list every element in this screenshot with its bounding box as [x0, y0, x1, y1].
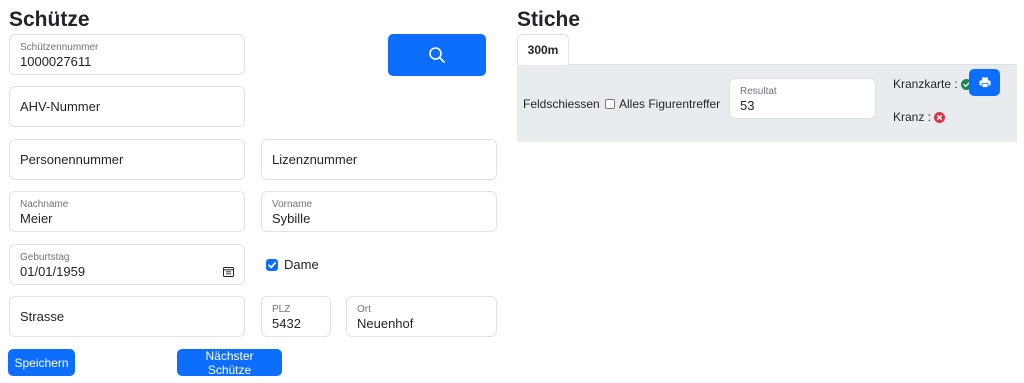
alle-figurentreffer-label: Alles Figurentreffer [619, 97, 721, 111]
plz-label: PLZ [272, 304, 291, 315]
save-button[interactable]: Speichern [8, 349, 75, 376]
ort-value: Neuenhof [357, 316, 414, 331]
kranz-label: Kranz : [893, 110, 932, 124]
resultat-field[interactable]: Resultat 53 [729, 78, 876, 119]
vorname-label: Vorname [272, 199, 313, 210]
geburtstag-label: Geburtstag [20, 252, 70, 263]
ort-field[interactable]: Ort Neuenhof [346, 296, 497, 337]
nachname-field[interactable]: Nachname Meier [9, 191, 245, 232]
nachname-value: Meier [20, 211, 53, 226]
next-shooter-button[interactable]: Nächster Schütze [177, 349, 282, 377]
geburtstag-field[interactable]: Geburtstag 01/01/1959 [9, 244, 245, 285]
tab-300m-label: 300m [527, 43, 559, 57]
schuetzennummer-value: 1000027611 [20, 54, 92, 69]
dame-checkbox-group[interactable]: Dame [266, 257, 319, 272]
schuetze-title: Schütze [9, 8, 90, 31]
ahv-placeholder: AHV-Nummer [20, 99, 101, 114]
strasse-placeholder: Strasse [20, 309, 65, 324]
kranzkarte-label: Kranzkarte : [893, 77, 958, 91]
search-button[interactable] [388, 34, 486, 76]
dame-checkbox[interactable] [266, 258, 278, 271]
strasse-field[interactable]: Strasse [9, 296, 245, 337]
ort-label: Ort [357, 304, 371, 315]
plz-value: 5432 [272, 316, 301, 331]
kranz-row: Kranz : [893, 110, 946, 124]
calendar-icon[interactable] [223, 266, 234, 277]
stich-panel: Feldschiessen Alles Figurentreffer Resul… [517, 64, 1017, 142]
stiche-title: Stiche [517, 8, 581, 31]
dame-label: Dame [284, 257, 319, 272]
print-button[interactable] [969, 69, 1000, 96]
alle-figurentreffer-checkbox[interactable] [605, 99, 615, 109]
resultat-label: Resultat [740, 86, 777, 97]
schuetzennummer-field[interactable]: Schützennummer 1000027611 [9, 34, 245, 75]
personennummer-field[interactable]: Personennummer [9, 139, 245, 180]
lizenznummer-placeholder: Lizenznummer [272, 152, 358, 167]
nachname-label: Nachname [20, 199, 69, 210]
alle-figurentreffer-group[interactable]: Alles Figurentreffer [605, 97, 720, 111]
personennummer-placeholder: Personennummer [20, 152, 124, 167]
plz-field[interactable]: PLZ 5432 [261, 296, 331, 337]
search-icon [429, 47, 445, 63]
vorname-field[interactable]: Vorname Sybille [261, 191, 497, 232]
resultat-value: 53 [740, 98, 755, 113]
printer-icon [979, 77, 990, 88]
stich-name: Feldschiessen [523, 97, 600, 111]
vorname-value: Sybille [272, 211, 311, 226]
schuetzennummer-label: Schützennummer [20, 42, 99, 53]
lizenznummer-field[interactable]: Lizenznummer [261, 139, 497, 180]
tab-300m[interactable]: 300m [517, 34, 569, 65]
x-circle-icon [934, 111, 946, 123]
check-icon [268, 261, 277, 268]
kranzkarte-row: Kranzkarte : [893, 77, 972, 91]
geburtstag-value: 01/01/1959 [20, 264, 86, 279]
ahv-field[interactable]: AHV-Nummer [9, 86, 245, 127]
